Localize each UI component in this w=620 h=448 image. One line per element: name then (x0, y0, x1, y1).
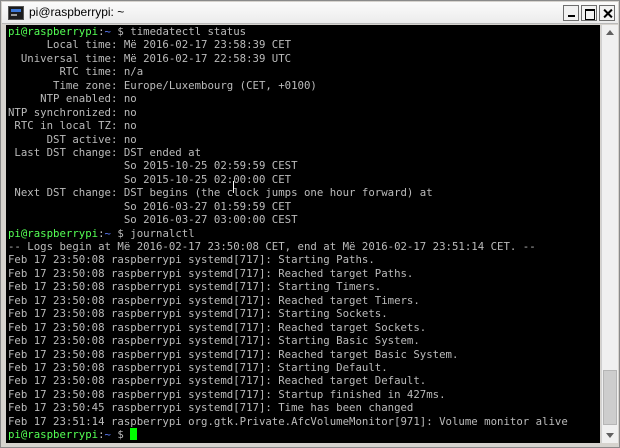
minimize-icon[interactable] (563, 5, 579, 21)
text-cursor (130, 428, 138, 441)
journal-line: Feb 17 23:50:08 raspberrypi systemd[717]… (8, 293, 420, 307)
status-line: RTC in local TZ: no (8, 119, 137, 133)
prompt-suffix: $ (110, 25, 131, 38)
journal-line: Feb 17 23:50:08 raspberrypi systemd[717]… (8, 307, 388, 321)
status-line: NTP synchronized: no (8, 105, 137, 119)
arrow-down-icon[interactable] (602, 427, 618, 443)
journal-line: Feb 17 23:50:45 raspberrypi systemd[717]… (8, 401, 414, 415)
status-line: RTC time: n/a (8, 65, 144, 79)
journal-line: Feb 17 23:50:08 raspberrypi systemd[717]… (8, 387, 446, 401)
command-text: timedatectl status (130, 25, 247, 38)
status-line: Last DST change: DST ended at (8, 145, 202, 159)
status-line: Local time: Më 2016-02-17 23:58:39 CET (8, 38, 292, 52)
close-icon[interactable] (599, 5, 615, 21)
journal-line: Feb 17 23:50:08 raspberrypi systemd[717]… (8, 280, 382, 294)
command-text: journalctl (130, 226, 195, 240)
status-line: Universal time: Më 2016-02-17 22:58:39 U… (8, 51, 292, 65)
prompt-suffix: $ (110, 226, 131, 240)
prompt-user: pi@raspberrypi (8, 428, 99, 442)
active-prompt-line[interactable]: pi@raspberrypi:~ $ (8, 428, 600, 441)
journal-line: Feb 17 23:50:08 raspberrypi systemd[717]… (8, 253, 375, 267)
status-line: So 2015-10-25 02:59:59 CEST (8, 159, 298, 173)
journal-line: -- Logs begin at Më 2016-02-17 23:50:08 … (8, 240, 536, 253)
journal-line: Feb 17 23:51:14 raspberrypi org.gtk.Priv… (8, 414, 568, 428)
window-title: pi@raspberrypi: ~ (29, 5, 125, 19)
status-line: NTP enabled: no (8, 92, 137, 106)
status-line: Next DST change: DST begins (the clock j… (8, 186, 433, 200)
prompt-user: pi@raspberrypi (8, 25, 99, 38)
terminal-output[interactable]: pi@raspberrypi:~ $ timedatectl status Lo… (6, 25, 600, 443)
status-line: Time zone: Europe/Luxembourg (CET, +0100… (8, 78, 317, 92)
status-line: So 2015-10-25 02:00:00 CET (8, 172, 292, 186)
prompt-user: pi@raspberrypi (8, 226, 99, 240)
window-controls (563, 5, 615, 21)
terminal-window: pi@raspberrypi: ~ pi@raspberrypi:~ $ tim… (0, 0, 620, 448)
maximize-icon[interactable] (581, 5, 597, 21)
prompt-suffix: $ (110, 428, 131, 442)
title-bar[interactable]: pi@raspberrypi: ~ (2, 2, 618, 24)
journal-line: Feb 17 23:50:08 raspberrypi systemd[717]… (8, 320, 427, 334)
command-line: pi@raspberrypi:~ $ timedatectl status (8, 25, 600, 38)
mouse-ibeam-cursor (233, 181, 234, 193)
scrollbar-thumb[interactable] (603, 370, 617, 425)
terminal-icon[interactable] (8, 6, 24, 20)
status-line: So 2016-03-27 03:00:00 CEST (8, 213, 298, 227)
command-line: pi@raspberrypi:~ $ journalctl (8, 227, 600, 240)
status-line: So 2016-03-27 01:59:59 CET (8, 199, 292, 213)
journalctl-output: -- Logs begin at Më 2016-02-17 23:50:08 … (8, 240, 600, 428)
journal-line: Feb 17 23:50:08 raspberrypi systemd[717]… (8, 360, 388, 374)
journal-line: Feb 17 23:50:08 raspberrypi systemd[717]… (8, 347, 459, 361)
timedatectl-output: Local time: Më 2016-02-17 23:58:39 CET U… (8, 38, 600, 226)
arrow-up-icon[interactable] (602, 25, 618, 41)
vertical-scrollbar[interactable] (601, 25, 618, 443)
status-line: DST active: no (8, 132, 137, 146)
journal-line: Feb 17 23:50:08 raspberrypi systemd[717]… (8, 374, 427, 388)
journal-line: Feb 17 23:50:08 raspberrypi systemd[717]… (8, 266, 414, 280)
journal-line: Feb 17 23:50:08 raspberrypi systemd[717]… (8, 334, 420, 348)
